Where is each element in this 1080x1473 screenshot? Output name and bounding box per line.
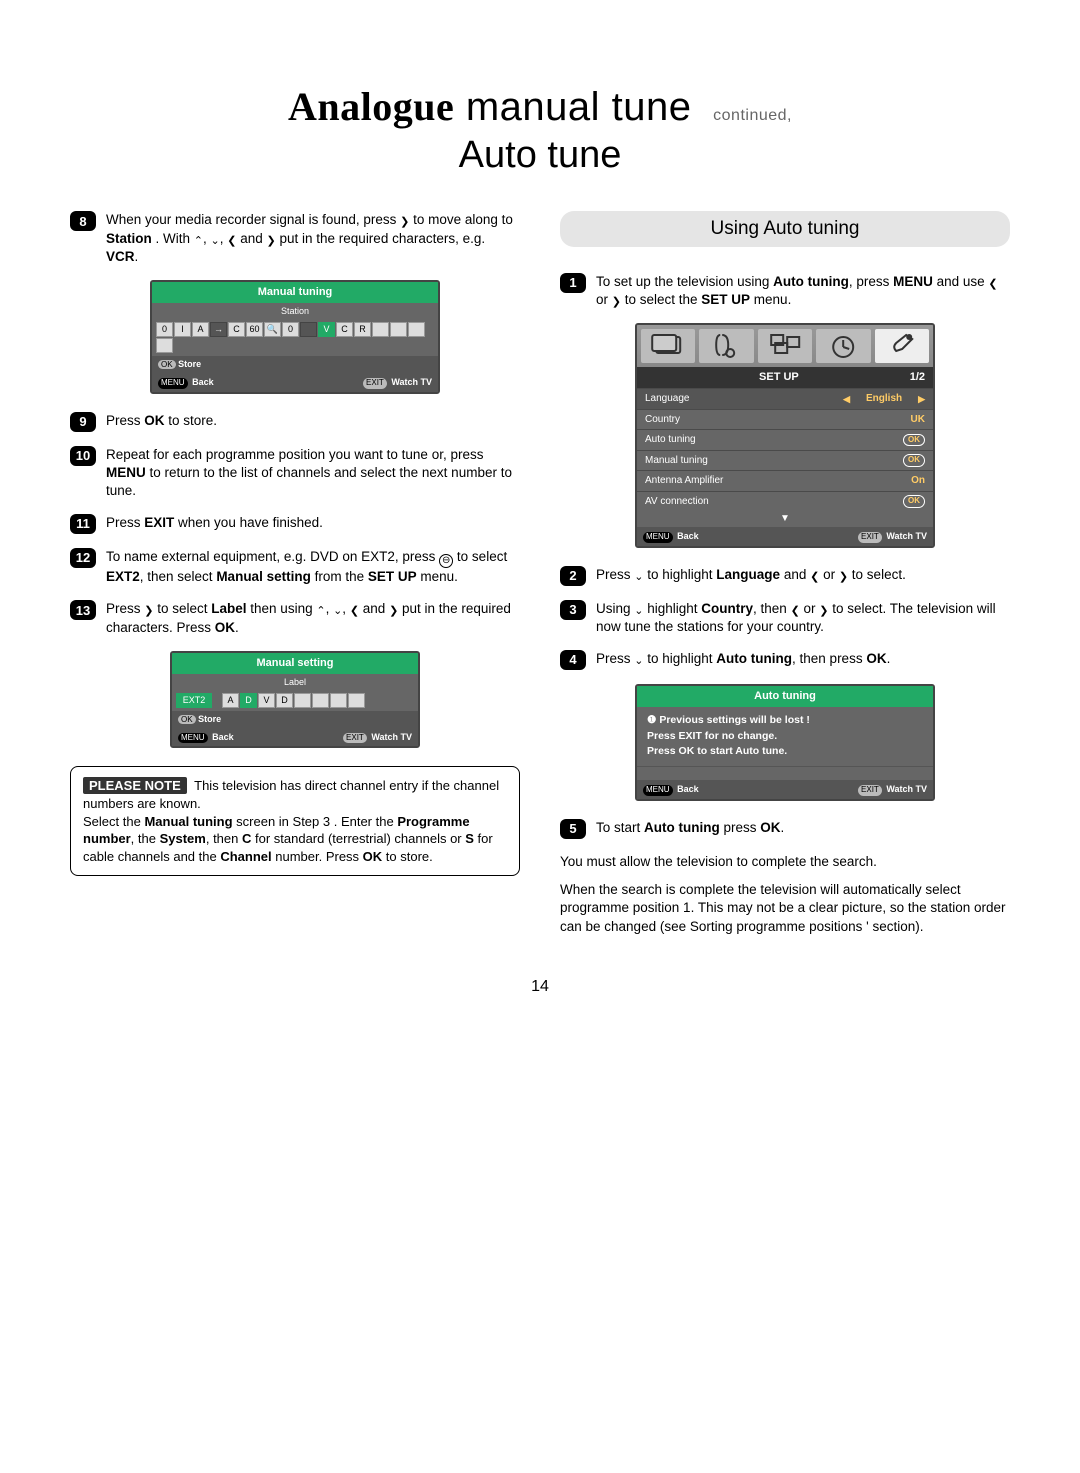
- page-number: 14: [70, 976, 1010, 998]
- setup-row: Manual tuning OK: [637, 450, 933, 471]
- step-12: 12 To name external equipment, e.g. DVD …: [70, 548, 520, 586]
- osd-iconbar: [637, 325, 933, 367]
- osd-auto-tuning: Auto tuning ❶ Previous settings will be …: [635, 684, 935, 801]
- step-r4: 4 Press ⌄ to highlight Auto tuning, then…: [560, 650, 1010, 670]
- setup-value: UK: [911, 413, 925, 427]
- input-select-icon: ⊖: [439, 554, 453, 568]
- setup-header: . SET UP 1/2: [637, 367, 933, 388]
- step-r2: 2 Press ⌄ to highlight Language and ❮ or…: [560, 566, 1010, 586]
- osd-cell: C: [336, 322, 353, 337]
- step-number: 10: [70, 446, 96, 466]
- setup-row: Antenna Amplifier On: [637, 470, 933, 491]
- setup-value: OK: [903, 454, 925, 467]
- step-number: 12: [70, 548, 96, 568]
- right-arrow-icon: ❯: [267, 236, 276, 247]
- right-column: Using Auto tuning 1 To set up the televi…: [560, 211, 1010, 945]
- osd-cell: 60: [246, 322, 263, 337]
- osd-cell: I: [174, 322, 191, 337]
- osd-manual-setting: Manual setting Label EXT2 A D V D OK Sto: [170, 651, 420, 749]
- setup-row: Country UK: [637, 409, 933, 430]
- title-rest: manual tune: [454, 85, 691, 129]
- osd-cell: 0: [282, 322, 299, 337]
- step-number: 3: [560, 600, 586, 620]
- step-r3: 3 Using ⌄ highlight Country, then ❮ or ❯…: [560, 600, 1010, 636]
- title-strong: Analogue: [288, 84, 454, 129]
- osd-cell: [300, 322, 317, 337]
- timer-icon: [816, 329, 870, 363]
- osd-cell: V: [318, 322, 335, 337]
- osd-cell: C: [228, 322, 245, 337]
- picture-icon: [641, 329, 695, 363]
- section-header: Using Auto tuning: [560, 211, 1010, 247]
- step-10: 10 Repeat for each programme position yo…: [70, 446, 520, 501]
- setup-label: Country: [645, 413, 680, 427]
- setup-row: AV connection OK: [637, 491, 933, 512]
- osd-cell: 🔍: [264, 322, 281, 337]
- osd-setup: . SET UP 1/2 Language ◀ English ▶ Country U…: [635, 323, 935, 547]
- paragraph: When the search is complete the televisi…: [560, 881, 1010, 936]
- step-number: 9: [70, 412, 96, 432]
- page-title: Analogue manual tune continued, Auto tun…: [70, 80, 1010, 181]
- down-arrow-icon: ⌄: [211, 236, 220, 247]
- sound-icon: [699, 329, 753, 363]
- right-arrow-icon: ❯: [400, 217, 409, 228]
- setup-label: Auto tuning: [645, 433, 696, 447]
- please-note-box: PLEASE NOTE This television has direct c…: [70, 766, 520, 876]
- osd-cell: [390, 322, 407, 337]
- step-number: 2: [560, 566, 586, 586]
- title-continued: continued,: [713, 107, 792, 124]
- osd-cell: [372, 322, 389, 337]
- setup-row: Language ◀ English ▶: [637, 388, 933, 409]
- setup-label: Language: [645, 392, 690, 406]
- paragraph: You must allow the television to complet…: [560, 853, 1010, 871]
- left-arrow-icon: ❮: [227, 236, 236, 247]
- step-8: 8 When your media recorder signal is fou…: [70, 211, 520, 266]
- osd-manual-tuning: Manual tuning Station 0 I A → C 60 🔍 0 V…: [150, 280, 440, 394]
- osd-cell: 0: [156, 322, 173, 337]
- note-badge: PLEASE NOTE: [83, 777, 187, 794]
- left-column: 8 When your media recorder signal is fou…: [70, 211, 520, 945]
- setup-label: Antenna Amplifier: [645, 474, 723, 488]
- up-arrow-icon: ⌃: [194, 236, 203, 247]
- osd-cell: →: [210, 322, 227, 337]
- step-r1: 1 To set up the television using Auto tu…: [560, 273, 1010, 309]
- osd-cell: [156, 338, 173, 353]
- step-9: 9 Press OK to store.: [70, 412, 520, 432]
- step-number: 8: [70, 211, 96, 231]
- step-11: 11 Press EXIT when you have finished.: [70, 514, 520, 534]
- osd-ext-cell: EXT2: [176, 693, 212, 708]
- osd-cells: 0 I A → C 60 🔍 0 V C R: [152, 319, 438, 356]
- setup-value: ◀ English ▶: [843, 392, 925, 406]
- osd-footer: MENU Back EXIT Watch TV: [152, 373, 438, 392]
- setup-label: Manual tuning: [645, 454, 708, 468]
- setup-value: OK: [903, 495, 925, 508]
- feature-icon: [758, 329, 812, 363]
- osd-title: Manual tuning: [152, 282, 438, 303]
- osd-subtitle: Station: [152, 303, 438, 319]
- right-arrow-icon: ❯: [612, 297, 621, 308]
- step-number: 4: [560, 650, 586, 670]
- step-body: When your media recorder signal is found…: [106, 211, 520, 266]
- setup-label: AV connection: [645, 495, 709, 509]
- osd-cell: A: [192, 322, 209, 337]
- step-number: 11: [70, 514, 96, 534]
- osd-cell: R: [354, 322, 371, 337]
- step-r5: 5 To start Auto tuning press OK.: [560, 819, 1010, 839]
- title-line2: Auto tune: [70, 130, 1010, 181]
- setup-row: Auto tuning OK: [637, 429, 933, 450]
- setup-value: On: [911, 474, 925, 488]
- osd-cell: [408, 322, 425, 337]
- setup-value: OK: [903, 434, 925, 447]
- step-13: 13 Press ❯ to select Label then using ⌃,…: [70, 600, 520, 636]
- step-number: 13: [70, 600, 96, 620]
- step-number: 5: [560, 819, 586, 839]
- step-number: 1: [560, 273, 586, 293]
- left-arrow-icon: ❮: [988, 279, 997, 290]
- setup-icon: [875, 329, 929, 363]
